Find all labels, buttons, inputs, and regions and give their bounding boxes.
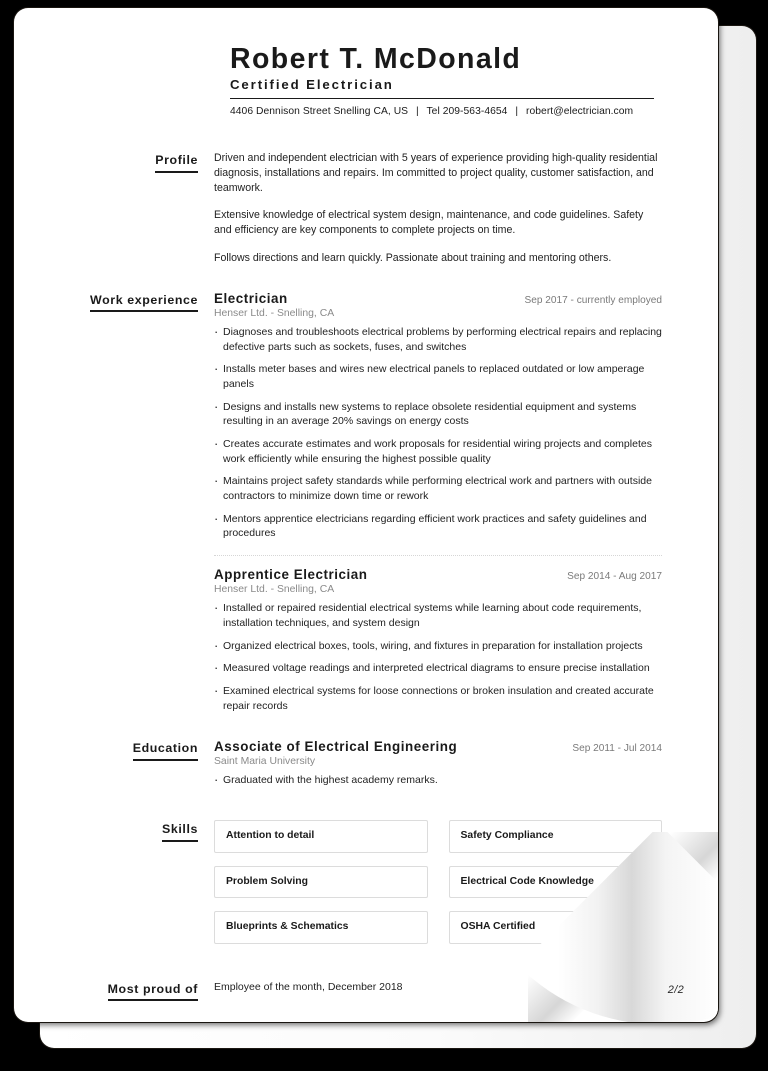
education-entry: Associate of Electrical Engineering Sep … bbox=[214, 739, 662, 788]
work-experience-section: Work experience Electrician Sep 2017 - c… bbox=[46, 291, 662, 714]
work-experience-body: Electrician Sep 2017 - currently employe… bbox=[214, 291, 662, 714]
contact-phone: Tel 209-563-4654 bbox=[426, 105, 508, 117]
education-degree: Associate of Electrical Engineering bbox=[214, 739, 458, 755]
skill-item: Problem Solving bbox=[214, 865, 428, 899]
experience-employer: Henser Ltd. - Snelling, CA bbox=[214, 307, 335, 319]
experience-bullet: Creates accurate estimates and work prop… bbox=[214, 436, 662, 466]
education-entry-header: Associate of Electrical Engineering Sep … bbox=[214, 739, 662, 755]
education-section: Education Associate of Electrical Engine… bbox=[46, 739, 662, 788]
experience-job-title: Electrician bbox=[214, 290, 288, 306]
experience-entry: Apprentice Electrician Sep 2014 - Aug 20… bbox=[214, 567, 662, 713]
section-label-education: Education bbox=[132, 742, 198, 761]
resume-stage: Robert T. McDonald Certified Electrician… bbox=[0, 0, 768, 1071]
candidate-name: Robert T. McDonald bbox=[230, 43, 522, 75]
skills-body: Attention to detail Safety Compliance Pr… bbox=[214, 820, 662, 944]
contact-separator-1: | bbox=[416, 105, 419, 117]
skill-item: OSHA Certified bbox=[448, 911, 662, 944]
section-label-profile: Profile bbox=[155, 153, 198, 173]
work-experience-label-column: Work experience bbox=[46, 291, 214, 313]
profile-section: Profile Driven and independent electrici… bbox=[46, 151, 662, 266]
section-label-work-experience: Work experience bbox=[90, 293, 198, 313]
skill-item: Safety Compliance bbox=[448, 820, 662, 853]
profile-paragraph: Driven and independent electrician with … bbox=[214, 151, 658, 195]
experience-job-title: Apprentice Electrician bbox=[214, 567, 368, 583]
experience-bullet: Mentors apprentice electricians regardin… bbox=[214, 511, 662, 541]
experience-bullet: Examined electrical systems for loose co… bbox=[214, 683, 662, 713]
education-bullet-list: Graduated with the highest academy remar… bbox=[214, 772, 662, 788]
experience-entry-header: Electrician Sep 2017 - currently employe… bbox=[214, 291, 662, 307]
experience-date-range: Sep 2017 - currently employed bbox=[524, 294, 662, 306]
experience-bullet: Organized electrical boxes, tools, wirin… bbox=[214, 638, 662, 654]
profile-paragraph: Extensive knowledge of electrical system… bbox=[214, 209, 644, 237]
skill-item: Blueprints & Schematics bbox=[214, 911, 428, 944]
education-bullet: Graduated with the highest academy remar… bbox=[214, 772, 662, 788]
experience-bullet: Installs meter bases and wires new elect… bbox=[214, 361, 662, 391]
most-proud-of-body: Employee of the month, December 2018 bbox=[214, 980, 662, 995]
education-label-column: Education bbox=[46, 739, 214, 761]
skills-label-column: Skills bbox=[46, 820, 214, 842]
profile-label-column: Profile bbox=[46, 151, 214, 173]
most-proud-of-text: Employee of the month, December 2018 bbox=[214, 980, 403, 993]
experience-bullet: Maintains project safety standards while… bbox=[214, 473, 662, 503]
resume-page: Robert T. McDonald Certified Electrician… bbox=[14, 8, 718, 1022]
education-body: Associate of Electrical Engineering Sep … bbox=[214, 739, 662, 788]
candidate-job-title: Certified Electrician bbox=[230, 76, 394, 92]
experience-employer: Henser Ltd. - Snelling, CA bbox=[214, 584, 335, 596]
experience-bullet-list: Installed or repaired residential electr… bbox=[214, 600, 662, 713]
experience-date-range: Sep 2014 - Aug 2017 bbox=[567, 571, 662, 583]
experience-bullet-list: Diagnoses and troubleshoots electrical p… bbox=[214, 324, 662, 541]
resume-header: Robert T. McDonald Certified Electrician… bbox=[230, 43, 654, 117]
experience-bullet: Installed or repaired residential electr… bbox=[214, 600, 662, 630]
education-date-range: Sep 2011 - Jul 2014 bbox=[572, 743, 662, 755]
experience-entry-header: Apprentice Electrician Sep 2014 - Aug 20… bbox=[214, 567, 662, 583]
contact-email: robert@electrician.com bbox=[526, 105, 634, 117]
profile-paragraph: Follows directions and learn quickly. Pa… bbox=[214, 251, 612, 264]
experience-bullet: Diagnoses and troubleshoots electrical p… bbox=[214, 324, 662, 354]
contact-separator-2: | bbox=[515, 105, 519, 117]
education-institution: Saint Maria University bbox=[214, 756, 316, 768]
resume-content: Robert T. McDonald Certified Electrician… bbox=[14, 8, 718, 1022]
skills-grid: Attention to detail Safety Compliance Pr… bbox=[214, 820, 662, 944]
experience-bullet: Designs and installs new systems to repl… bbox=[214, 399, 662, 429]
page-number: 2/2 bbox=[667, 984, 684, 996]
experience-entry-divider bbox=[214, 555, 662, 557]
experience-bullet: Measured voltage readings and interprete… bbox=[214, 660, 662, 676]
contact-address: 4406 Dennison Street Snelling CA, US bbox=[230, 105, 409, 117]
experience-entry: Electrician Sep 2017 - currently employe… bbox=[214, 291, 662, 541]
most-proud-of-label-column: Most proud of bbox=[46, 980, 214, 1002]
skill-item: Attention to detail bbox=[214, 820, 428, 853]
section-label-skills: Skills bbox=[162, 822, 198, 842]
skills-section: Skills Attention to detail Safety Compli… bbox=[46, 820, 662, 944]
most-proud-of-section: Most proud of Employee of the month, Dec… bbox=[46, 980, 662, 1002]
profile-body: Driven and independent electrician with … bbox=[214, 151, 662, 266]
contact-info: 4406 Dennison Street Snelling CA, US | T… bbox=[230, 106, 654, 117]
skill-item: Electrical Code Knowledge bbox=[448, 865, 662, 899]
section-label-most-proud-of: Most proud of bbox=[107, 982, 198, 1002]
header-divider bbox=[230, 97, 654, 99]
